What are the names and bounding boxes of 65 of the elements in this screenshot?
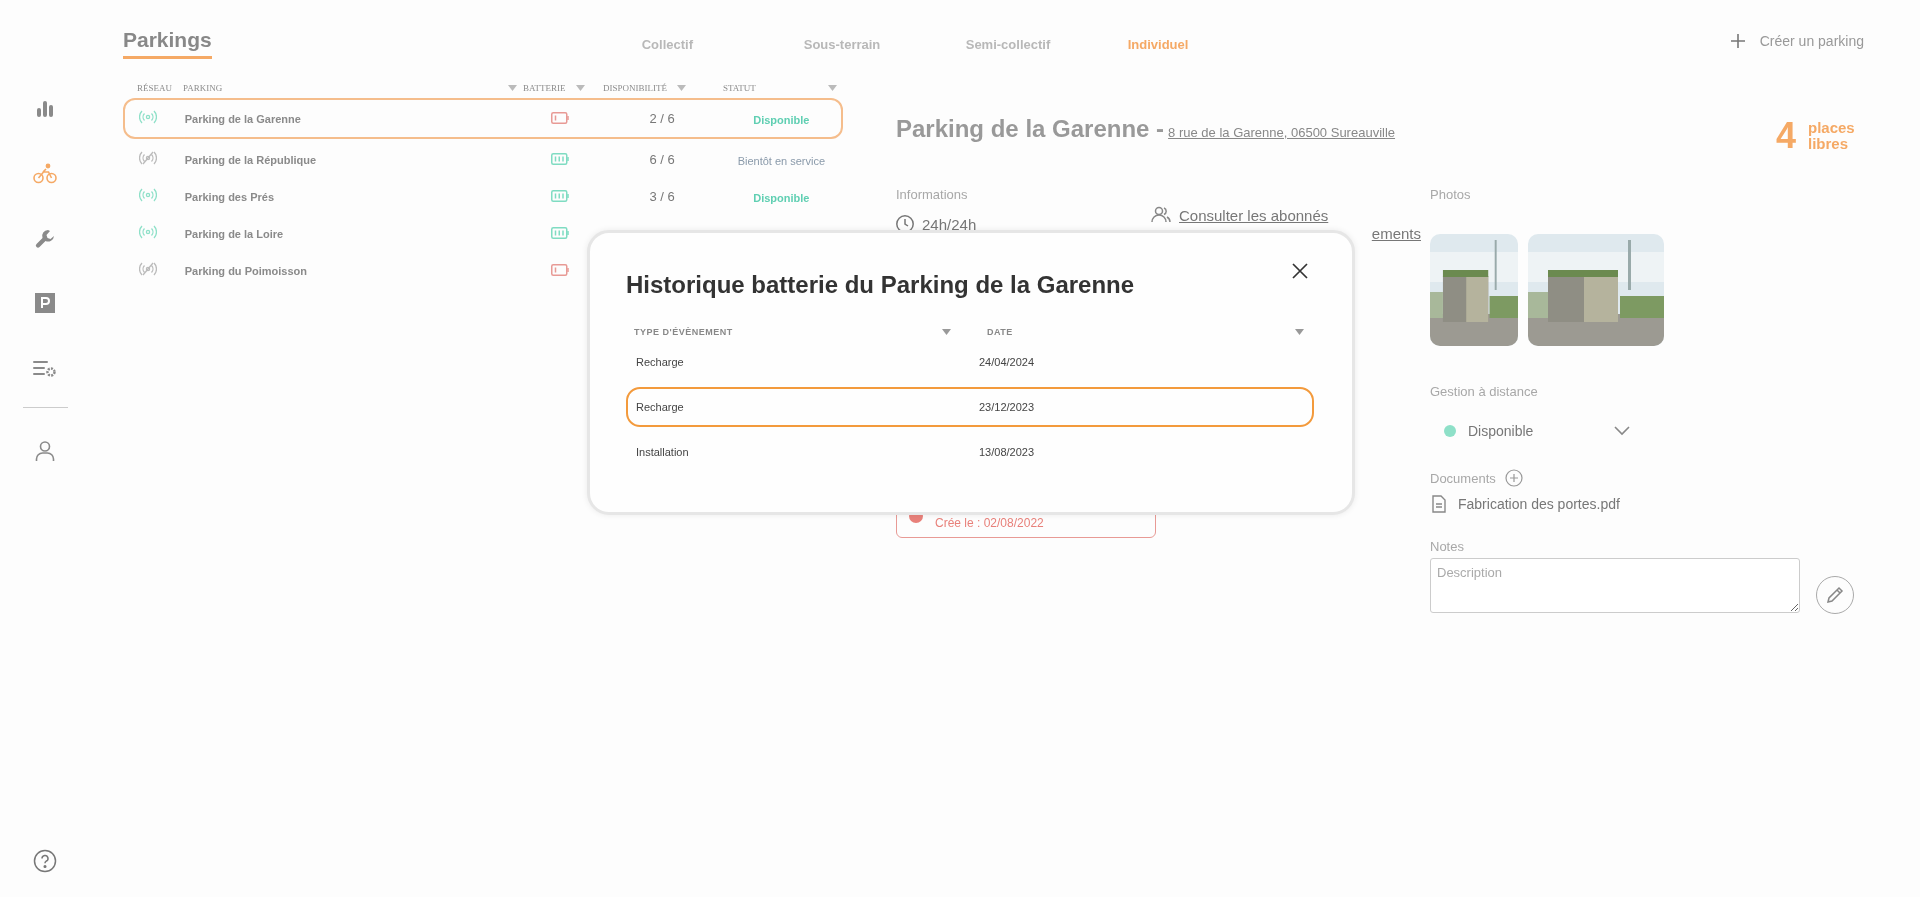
subscribers-link[interactable]: Consulter les abonnés [1179,206,1329,224]
history-row[interactable]: Recharge 24/04/2024 [626,342,1314,382]
help-icon[interactable] [33,849,57,873]
availability: 6 / 6 [649,152,675,167]
page-title: Parkings [123,28,212,59]
plus-icon [1729,33,1746,49]
column-header: DATE [987,327,1013,337]
event-type: Recharge [636,356,685,368]
table-row[interactable]: Parking de la Loire [123,221,843,246]
parking-name: Parking de la Garenne [184,112,302,125]
section-label: Gestion à distance [1430,384,1539,399]
sort-icon[interactable] [942,329,951,335]
document-icon [1432,495,1446,513]
status: Disponible [753,113,810,126]
parking-name: Parking de la Loire [184,227,285,240]
table-row[interactable]: Parking de la Garenne 2 / 6 Disponible [123,98,843,139]
table-row[interactable]: Parking des Prés 3 / 6 Disponible [123,184,843,209]
opening-hours: 24h/24h [922,215,977,233]
pencil-icon [1825,585,1845,605]
event-date: 23/12/2023 [978,401,1036,413]
section-label: Documents [1430,470,1496,486]
section-label: Photos [1430,187,1472,202]
create-parking-button[interactable]: Créer un parking [1723,32,1870,50]
close-icon[interactable] [1292,263,1308,279]
section-label: Informations [896,187,969,202]
sort-icon[interactable] [575,85,585,91]
availability: 3 / 6 [649,189,675,204]
free-count: 4 [1775,115,1796,157]
address-link[interactable]: 8 rue de la Garenne, 06500 Sureauville [1168,125,1396,140]
availability: 2 / 6 [649,111,675,126]
sort-icon[interactable] [1295,329,1304,335]
document-link[interactable]: Fabrication des portes.pdf [1458,496,1620,512]
status-dropdown[interactable]: Disponible [1430,423,1630,439]
column-header: BATTERIE [523,83,566,93]
table-row[interactable]: Parking de la République 6 / 6 Bientôt en service [123,147,843,172]
column-header: RÉSEAU [137,83,172,93]
parking-name: Parking des Prés [184,190,275,203]
parking-name: Parking de la République [184,153,318,166]
history-row[interactable]: Recharge 23/12/2023 [626,387,1314,427]
sort-icon[interactable] [508,85,517,91]
column-header: STATUT [723,83,756,93]
column-header: DISPONIBILITÉ [603,83,667,93]
parking-title: Parking de la Garenne - [896,115,1165,142]
section-label: Notes [1430,539,1465,554]
event-type: Recharge [636,401,685,413]
users-icon [1151,206,1171,224]
status: Disponible [753,191,810,204]
event-date: 13/08/2023 [978,446,1036,458]
free-label: places libres [1808,119,1856,153]
history-row[interactable]: Installation 13/08/2023 [626,432,1314,472]
link[interactable]: ements [1371,225,1421,242]
column-header: PARKING [183,83,223,93]
status: Bientôt en service [737,154,826,167]
chevron-down-icon [1614,426,1630,436]
modal-title: Historique batterie du Parking de la Garenne [626,273,1135,297]
event-type: Installation [636,446,690,458]
add-icon[interactable] [1504,469,1523,487]
created-date: Crée le : 02/08/2022 [935,516,1044,530]
sort-icon[interactable] [828,85,837,91]
notes-field[interactable]: Description [1430,558,1800,613]
parking-name: Parking du Poimoisson [184,264,308,277]
clock-icon [896,215,914,233]
sort-icon[interactable] [677,85,686,91]
event-date: 24/04/2024 [978,356,1036,368]
column-header: TYPE D'ÉVÈNEMENT [634,327,733,337]
